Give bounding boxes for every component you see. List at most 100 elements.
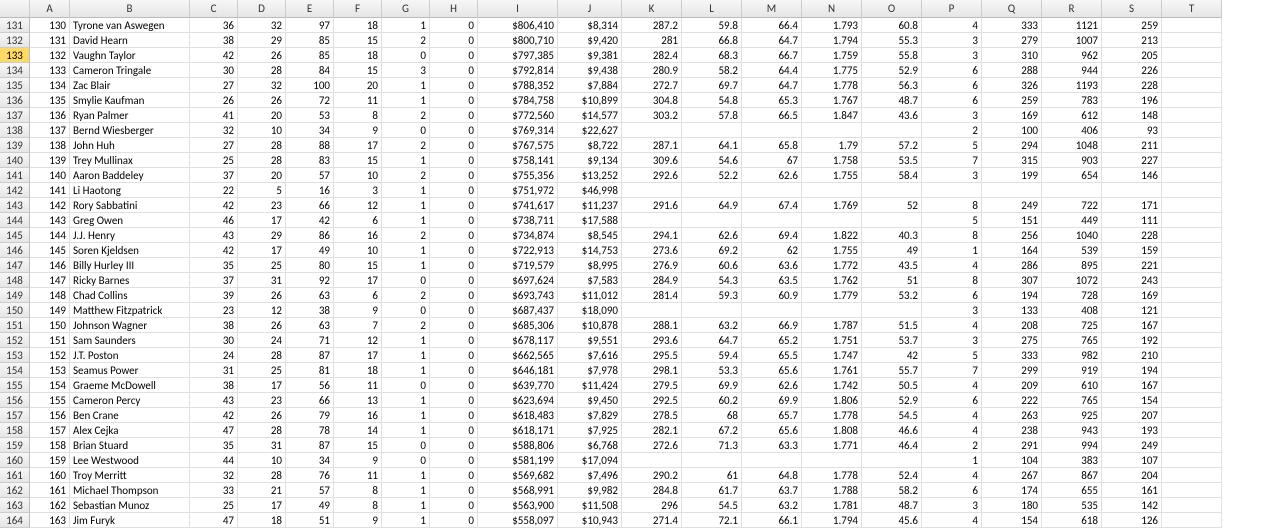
cell-N133[interactable]: 1.759 [802,48,862,63]
cell-T139[interactable] [1162,138,1222,153]
cell-K145[interactable]: 294.1 [622,228,682,243]
cell-M132[interactable]: 64.7 [742,33,802,48]
cell-S142[interactable] [1102,183,1162,198]
cell-N154[interactable]: 1.761 [802,363,862,378]
cell-P163[interactable]: 3 [922,498,982,513]
cell-K159[interactable]: 272.6 [622,438,682,453]
cell-C138[interactable]: 32 [190,123,238,138]
cell-D149[interactable]: 26 [238,288,286,303]
cell-S131[interactable]: 259 [1102,18,1162,33]
row-header-159[interactable]: 159 [0,438,30,453]
cell-J150[interactable]: $18,090 [558,303,622,318]
cell-B159[interactable]: Brian Stuard [70,438,190,453]
cell-B152[interactable]: Sam Saunders [70,333,190,348]
cell-R144[interactable]: 449 [1042,213,1102,228]
cell-I160[interactable]: $581,199 [478,453,558,468]
cell-E151[interactable]: 63 [286,318,334,333]
cell-I163[interactable]: $563,900 [478,498,558,513]
cell-J153[interactable]: $7,616 [558,348,622,363]
cell-I154[interactable]: $646,181 [478,363,558,378]
cell-H145[interactable]: 0 [430,228,478,243]
cell-E139[interactable]: 88 [286,138,334,153]
cell-R142[interactable] [1042,183,1102,198]
cell-P148[interactable]: 8 [922,273,982,288]
cell-B142[interactable]: Li Haotong [70,183,190,198]
cell-N138[interactable] [802,123,862,138]
cell-Q131[interactable]: 333 [982,18,1042,33]
cell-B158[interactable]: Alex Cejka [70,423,190,438]
row-header-148[interactable]: 148 [0,273,30,288]
cell-E149[interactable]: 63 [286,288,334,303]
cell-T138[interactable] [1162,123,1222,138]
cell-I132[interactable]: $800,710 [478,33,558,48]
cell-T158[interactable] [1162,423,1222,438]
cell-P138[interactable]: 2 [922,123,982,138]
cell-P162[interactable]: 6 [922,483,982,498]
cell-C151[interactable]: 38 [190,318,238,333]
cell-M150[interactable] [742,303,802,318]
cell-O155[interactable]: 50.5 [862,378,922,393]
cell-I141[interactable]: $755,356 [478,168,558,183]
cell-D156[interactable]: 23 [238,393,286,408]
cell-S138[interactable]: 93 [1102,123,1162,138]
cell-N162[interactable]: 1.788 [802,483,862,498]
cell-R161[interactable]: 867 [1042,468,1102,483]
cell-M160[interactable] [742,453,802,468]
cell-A143[interactable]: 142 [30,198,70,213]
cell-R160[interactable]: 383 [1042,453,1102,468]
cell-C150[interactable]: 23 [190,303,238,318]
row-header-137[interactable]: 137 [0,108,30,123]
cell-C153[interactable]: 24 [190,348,238,363]
cell-C159[interactable]: 35 [190,438,238,453]
cell-E141[interactable]: 57 [286,168,334,183]
cell-G161[interactable]: 1 [382,468,430,483]
cell-P157[interactable]: 4 [922,408,982,423]
cell-M137[interactable]: 66.5 [742,108,802,123]
cell-E135[interactable]: 100 [286,78,334,93]
cell-I161[interactable]: $569,682 [478,468,558,483]
cell-J151[interactable]: $10,878 [558,318,622,333]
cell-Q153[interactable]: 333 [982,348,1042,363]
cell-N160[interactable] [802,453,862,468]
cell-L152[interactable]: 64.7 [682,333,742,348]
cell-A164[interactable]: 163 [30,513,70,528]
cell-M131[interactable]: 66.4 [742,18,802,33]
cell-F138[interactable]: 9 [334,123,382,138]
cell-E132[interactable]: 85 [286,33,334,48]
cell-N157[interactable]: 1.778 [802,408,862,423]
cell-F134[interactable]: 15 [334,63,382,78]
cell-O160[interactable] [862,453,922,468]
cell-P152[interactable]: 3 [922,333,982,348]
cell-J135[interactable]: $7,884 [558,78,622,93]
cell-H141[interactable]: 0 [430,168,478,183]
cell-L155[interactable]: 69.9 [682,378,742,393]
cell-I139[interactable]: $767,575 [478,138,558,153]
cell-Q150[interactable]: 133 [982,303,1042,318]
cell-O164[interactable]: 45.6 [862,513,922,528]
cell-G136[interactable]: 1 [382,93,430,108]
cell-A144[interactable]: 143 [30,213,70,228]
cell-J141[interactable]: $13,252 [558,168,622,183]
row-header-134[interactable]: 134 [0,63,30,78]
cell-K152[interactable]: 293.6 [622,333,682,348]
cell-S140[interactable]: 227 [1102,153,1162,168]
row-header-145[interactable]: 145 [0,228,30,243]
cell-P131[interactable]: 4 [922,18,982,33]
cell-M155[interactable]: 62.6 [742,378,802,393]
cell-B156[interactable]: Cameron Percy [70,393,190,408]
cell-M153[interactable]: 65.5 [742,348,802,363]
cell-C143[interactable]: 42 [190,198,238,213]
cell-K163[interactable]: 296 [622,498,682,513]
cell-E162[interactable]: 57 [286,483,334,498]
cell-G131[interactable]: 1 [382,18,430,33]
cell-I155[interactable]: $639,770 [478,378,558,393]
cell-L140[interactable]: 54.6 [682,153,742,168]
cell-E134[interactable]: 84 [286,63,334,78]
col-header-Q[interactable]: Q [982,0,1042,18]
cell-A147[interactable]: 146 [30,258,70,273]
cell-R140[interactable]: 903 [1042,153,1102,168]
cell-Q158[interactable]: 238 [982,423,1042,438]
cell-I156[interactable]: $623,694 [478,393,558,408]
cell-H131[interactable]: 0 [430,18,478,33]
cell-T152[interactable] [1162,333,1222,348]
